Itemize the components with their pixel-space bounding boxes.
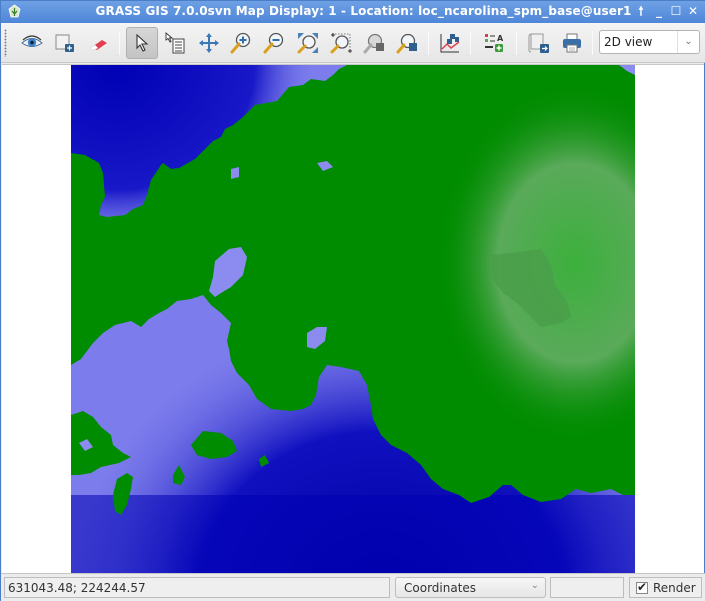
zoom-in-icon <box>230 32 251 54</box>
close-button[interactable]: ✕ <box>686 4 700 18</box>
toolbar-separator <box>470 31 471 55</box>
pan-icon <box>199 33 219 53</box>
chevron-down-icon: ⌄ <box>530 580 539 591</box>
pointer-icon <box>136 33 149 52</box>
zoom-menu-button[interactable] <box>391 27 423 59</box>
print-button[interactable] <box>556 27 588 59</box>
query-button[interactable] <box>159 27 191 59</box>
eye-icon <box>21 35 43 47</box>
zoom-extent-icon <box>297 33 318 54</box>
zoom-region-icon <box>330 33 352 54</box>
svg-text:A: A <box>497 34 504 43</box>
zoom-extent-button[interactable] <box>292 27 324 59</box>
pan-button[interactable] <box>193 27 225 59</box>
coordinates-display[interactable]: 631043.48; 224244.57 <box>4 577 390 598</box>
statusbar-extra-field <box>550 577 624 598</box>
zoom-menu-icon <box>396 33 417 54</box>
pointer-button[interactable] <box>126 27 158 59</box>
title-bar[interactable]: GRASS GIS 7.0.0svn Map Display: 1 - Loca… <box>1 1 705 23</box>
display-map-button[interactable] <box>16 27 48 59</box>
map-toolbar: A 2D view ⌄ <box>1 23 705 63</box>
maximize-button[interactable]: ☐ <box>669 4 683 18</box>
erase-display-button[interactable] <box>83 27 115 59</box>
render-label: Render <box>653 580 696 595</box>
render-map-icon <box>55 34 74 52</box>
view-mode-value: 2D view <box>604 35 653 49</box>
map-display-window: GRASS GIS 7.0.0svn Map Display: 1 - Loca… <box>0 0 705 601</box>
zoom-in-button[interactable] <box>225 27 257 59</box>
eraser-icon <box>89 40 107 51</box>
statusbar-mode-select[interactable]: Coordinates ⌄ <box>395 577 546 598</box>
render-checkbox[interactable]: Render <box>629 577 702 598</box>
printer-icon <box>563 33 581 53</box>
chevron-down-icon: ⌄ <box>677 31 699 53</box>
shade-button[interactable]: 🠕 <box>634 4 648 18</box>
zoom-out-button[interactable] <box>258 27 290 59</box>
render-map-button[interactable] <box>49 27 81 59</box>
status-bar: 631043.48; 224244.57 Coordinates ⌄ Rende… <box>1 573 705 601</box>
checkbox-checked-icon[interactable] <box>636 580 648 594</box>
toolbar-separator <box>516 31 517 55</box>
window-title: GRASS GIS 7.0.0svn Map Display: 1 - Loca… <box>95 4 632 18</box>
zoom-out-icon <box>263 32 284 54</box>
elevation-raster <box>71 65 635 574</box>
legend-overlay-icon: A <box>485 34 504 52</box>
view-mode-select[interactable]: 2D view ⌄ <box>599 30 700 54</box>
analyze-icon <box>440 34 460 53</box>
toolbar-separator <box>428 31 429 55</box>
zoom-region-button[interactable] <box>325 27 357 59</box>
toolbar-separator <box>592 31 593 55</box>
minimize-button[interactable]: _ <box>652 4 666 18</box>
map-canvas[interactable] <box>2 64 704 574</box>
query-icon <box>165 32 185 54</box>
add-map-elements-button[interactable]: A <box>478 27 510 59</box>
analyze-button[interactable] <box>434 27 466 59</box>
zoom-back-icon <box>363 33 384 54</box>
toolbar-separator <box>119 31 120 55</box>
statusbar-mode-value: Coordinates <box>404 581 477 595</box>
raster-map[interactable] <box>71 65 635 574</box>
toolbar-grip[interactable] <box>4 29 7 57</box>
zoom-back-button[interactable] <box>358 27 390 59</box>
save-image-icon <box>528 33 549 53</box>
save-display-button[interactable] <box>523 27 555 59</box>
